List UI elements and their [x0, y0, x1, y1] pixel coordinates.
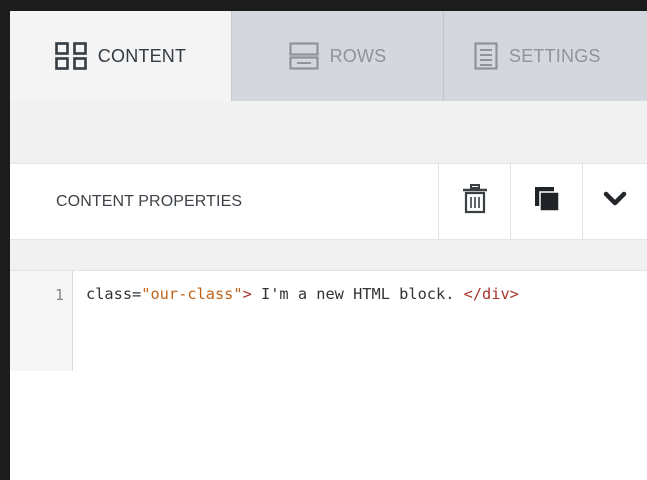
code-bracket: >	[242, 285, 252, 303]
settings-doc-icon	[474, 42, 498, 70]
rows-icon	[288, 42, 319, 70]
tab-bar: CONTENT ROWS SETTINGS	[10, 11, 647, 101]
code-string: "our-class"	[141, 285, 243, 303]
code-end-tag: </div>	[463, 285, 519, 303]
tab-rows[interactable]: ROWS	[232, 11, 444, 101]
code-line[interactable]: class="our-class"> I'm a new HTML block.…	[86, 285, 519, 303]
window-top-edge	[0, 0, 647, 11]
code-attribute: class=	[86, 285, 142, 303]
line-gutter: 1	[10, 271, 73, 372]
code-text: I'm a new HTML block.	[251, 285, 464, 303]
panel-spacer-2	[10, 240, 647, 270]
content-properties-title: CONTENT PROPERTIES	[56, 193, 243, 210]
delete-button[interactable]	[438, 164, 510, 239]
app-frame: CONTENT ROWS SETTINGS CONTENT PROPERTIES…	[0, 0, 647, 480]
duplicate-icon	[534, 186, 560, 217]
tab-settings-label: SETTINGS	[509, 45, 601, 66]
tab-content[interactable]: CONTENT	[10, 11, 232, 101]
trash-icon	[462, 184, 488, 219]
grid-icon	[54, 42, 87, 70]
chevron-down-icon	[603, 191, 627, 212]
duplicate-button[interactable]	[510, 164, 582, 239]
tab-content-label: CONTENT	[97, 45, 187, 66]
tab-rows-label: ROWS	[329, 45, 387, 66]
window-left-edge	[0, 0, 10, 480]
tab-settings[interactable]: SETTINGS	[444, 11, 647, 101]
panel-spacer	[10, 101, 647, 163]
collapse-button[interactable]	[582, 164, 647, 239]
html-code-editor[interactable]: 1 class="our-class"> I'm a new HTML bloc…	[10, 270, 647, 372]
content-properties-header: CONTENT PROPERTIES	[10, 163, 647, 240]
line-number: 1	[54, 286, 64, 304]
panel-body	[10, 371, 647, 480]
